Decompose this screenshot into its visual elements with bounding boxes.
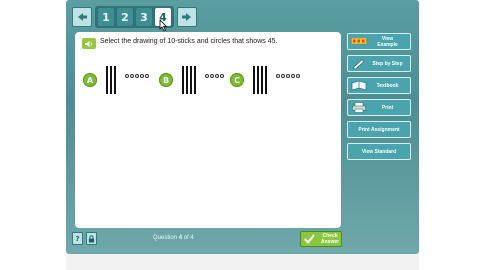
forward-button[interactable] bbox=[177, 7, 197, 27]
ten-stick bbox=[110, 66, 112, 94]
question-counter: Question 4 of 4 bbox=[153, 235, 194, 241]
one-circle bbox=[145, 74, 149, 78]
question-navigation: 1 2 3 4 bbox=[72, 6, 197, 31]
one-circle bbox=[140, 74, 144, 78]
ten-stick bbox=[194, 66, 196, 94]
question-text: Select the drawing of 10-sticks and circ… bbox=[100, 38, 278, 45]
arrow-right-icon bbox=[182, 13, 191, 21]
ten-stick bbox=[261, 66, 263, 94]
choice-b[interactable]: B bbox=[159, 66, 224, 94]
check-answer-line2: Answer bbox=[321, 239, 340, 245]
choice-c[interactable]: C bbox=[230, 66, 300, 94]
one-circle bbox=[205, 74, 209, 78]
choice-letter: C bbox=[230, 73, 244, 87]
total-questions: 4 bbox=[190, 235, 194, 241]
question-word: Question bbox=[153, 235, 178, 241]
checkmark-icon bbox=[304, 234, 315, 244]
page-tab-1[interactable]: 1 bbox=[98, 8, 114, 26]
textbook-button[interactable]: Textbook bbox=[347, 77, 411, 94]
view-example-button[interactable]: View Example bbox=[347, 33, 411, 50]
view-standard-label: View Standard bbox=[361, 148, 397, 155]
ten-stick bbox=[186, 66, 188, 94]
one-circle bbox=[210, 74, 214, 78]
one-circles bbox=[205, 74, 224, 78]
choice-letter: B bbox=[159, 73, 173, 87]
one-circle bbox=[215, 74, 219, 78]
ten-sticks bbox=[182, 66, 196, 94]
view-standard-button[interactable]: View Standard bbox=[347, 143, 411, 160]
question-panel: Select the drawing of 10-sticks and circ… bbox=[75, 32, 341, 228]
current-question: 4 bbox=[178, 235, 183, 241]
print-assignment-button[interactable]: Print Assignment bbox=[347, 121, 411, 138]
lock-button[interactable] bbox=[86, 232, 97, 245]
page-tab-4[interactable]: 4 bbox=[155, 8, 171, 31]
ten-stick bbox=[190, 66, 192, 94]
one-circle bbox=[135, 74, 139, 78]
one-circle bbox=[130, 74, 134, 78]
ten-stick bbox=[114, 66, 116, 94]
back-button[interactable] bbox=[72, 7, 92, 27]
lock-icon bbox=[88, 234, 95, 242]
one-circle bbox=[286, 74, 290, 78]
view-example-label: View Example bbox=[367, 36, 410, 48]
printer-icon bbox=[352, 102, 366, 113]
view-example-line2: Example bbox=[377, 41, 398, 48]
one-circles bbox=[276, 74, 300, 78]
one-circle bbox=[296, 74, 300, 78]
book-icon bbox=[351, 80, 367, 91]
pencil-icon bbox=[353, 59, 365, 69]
check-answer-label: Check Answer bbox=[318, 233, 339, 245]
print-label: Print bbox=[381, 104, 394, 111]
one-circle bbox=[220, 74, 224, 78]
page-tabs: 1 2 3 4 bbox=[95, 6, 174, 31]
of-word: of bbox=[183, 235, 189, 241]
one-circle bbox=[281, 74, 285, 78]
page-bottom-strip bbox=[66, 254, 419, 270]
speaker-button[interactable] bbox=[82, 38, 96, 49]
one-circles bbox=[125, 74, 149, 78]
ten-stick bbox=[257, 66, 259, 94]
print-assignment-label: Print Assignment bbox=[358, 126, 400, 133]
ten-stick bbox=[265, 66, 267, 94]
step-by-step-button[interactable]: Step by Step bbox=[347, 55, 411, 72]
one-circle bbox=[276, 74, 280, 78]
page-tab-2[interactable]: 2 bbox=[117, 8, 133, 26]
step-by-step-label: Step by Step bbox=[372, 60, 403, 67]
check-answer-button[interactable]: Check Answer bbox=[300, 231, 342, 247]
choice-a[interactable]: A bbox=[83, 66, 149, 94]
textbook-label: Textbook bbox=[376, 82, 399, 89]
page-tab-3[interactable]: 3 bbox=[136, 8, 152, 26]
ten-sticks bbox=[106, 66, 116, 94]
choice-letter: A bbox=[83, 73, 97, 87]
one-circle bbox=[291, 74, 295, 78]
ten-stick bbox=[182, 66, 184, 94]
one-circle bbox=[125, 74, 129, 78]
ten-stick bbox=[253, 66, 255, 94]
arrow-left-icon bbox=[78, 13, 87, 21]
example-icon bbox=[351, 37, 367, 45]
question-footer: ? Question 4 of 4 Check Answer bbox=[72, 231, 346, 248]
ten-stick bbox=[106, 66, 108, 94]
help-button[interactable]: ? bbox=[72, 232, 83, 245]
print-button[interactable]: Print bbox=[347, 99, 411, 116]
speaker-icon bbox=[85, 40, 93, 47]
mouse-pointer-icon bbox=[159, 20, 168, 31]
ten-sticks bbox=[253, 66, 267, 94]
